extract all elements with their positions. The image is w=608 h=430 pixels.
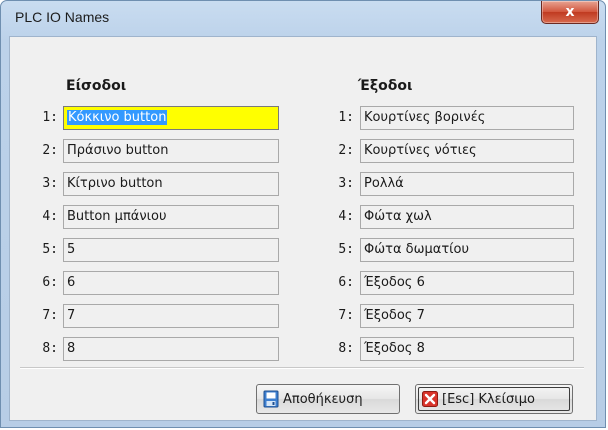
output-number-1: 1: [338,110,354,125]
output-name-field-4[interactable]: Φώτα χωλ [360,205,574,229]
input-name-field-3[interactable]: Κίτρινο button [63,172,279,196]
input-name-field-5[interactable]: 5 [63,238,279,262]
output-number-3: 3: [338,176,354,191]
output-number-2: 2: [338,143,354,158]
close-icon: x [565,4,575,20]
input-name-field-7[interactable]: 7 [63,304,279,328]
input-number-7: 7: [42,308,58,323]
input-number-2: 2: [42,143,58,158]
input-number-3: 3: [42,176,58,191]
input-name-field-4[interactable]: Button μπάνιου [63,205,279,229]
output-number-7: 7: [338,308,354,323]
input-number-5: 5: [42,242,58,257]
output-number-4: 4: [338,209,354,224]
window-title: PLC IO Names [15,9,110,25]
separator-line [20,367,584,369]
output-name-field-3[interactable]: Ρολλά [360,172,574,196]
input-number-4: 4: [42,209,58,224]
output-number-6: 6: [338,275,354,290]
input-name-field-8[interactable]: 8 [63,337,279,361]
save-button-label: Αποθήκευση [283,391,363,407]
output-name-field-7[interactable]: Έξοδος 7 [360,304,574,328]
input-name-1-text: Κόκκινο button [67,110,168,125]
close-button[interactable]: [Esc] Κλείσιμο [415,384,573,414]
close-button-label: [Esc] Κλείσιμο [442,391,535,407]
dialog-body: Είσοδοι 1: Κόκκινο button 2: Πράσινο but… [9,36,597,421]
output-name-field-5[interactable]: Φώτα δωματίου [360,238,574,262]
output-name-field-2[interactable]: Κουρτίνες νότιες [360,139,574,163]
red-x-icon [422,391,438,407]
save-button[interactable]: Αποθήκευση [256,384,400,414]
output-number-5: 5: [338,242,354,257]
input-name-field-1[interactable]: Κόκκινο button [63,106,279,130]
input-number-1: 1: [42,110,58,125]
input-name-field-6[interactable]: 6 [63,271,279,295]
output-name-field-8[interactable]: Έξοδος 8 [360,337,574,361]
plc-io-names-window: PLC IO Names x Είσοδοι 1: Κόκκινο button… [0,0,606,428]
outputs-heading: Έξοδοι [358,78,413,94]
save-disk-icon [263,390,279,408]
output-name-field-1[interactable]: Κουρτίνες βορινές [360,106,574,130]
input-number-6: 6: [42,275,58,290]
output-number-8: 8: [338,341,354,356]
window-close-button[interactable]: x [541,1,599,24]
input-name-field-2[interactable]: Πράσινο button [63,139,279,163]
input-number-8: 8: [42,341,58,356]
inputs-heading: Είσοδοι [66,78,127,94]
output-name-field-6[interactable]: Έξοδος 6 [360,271,574,295]
